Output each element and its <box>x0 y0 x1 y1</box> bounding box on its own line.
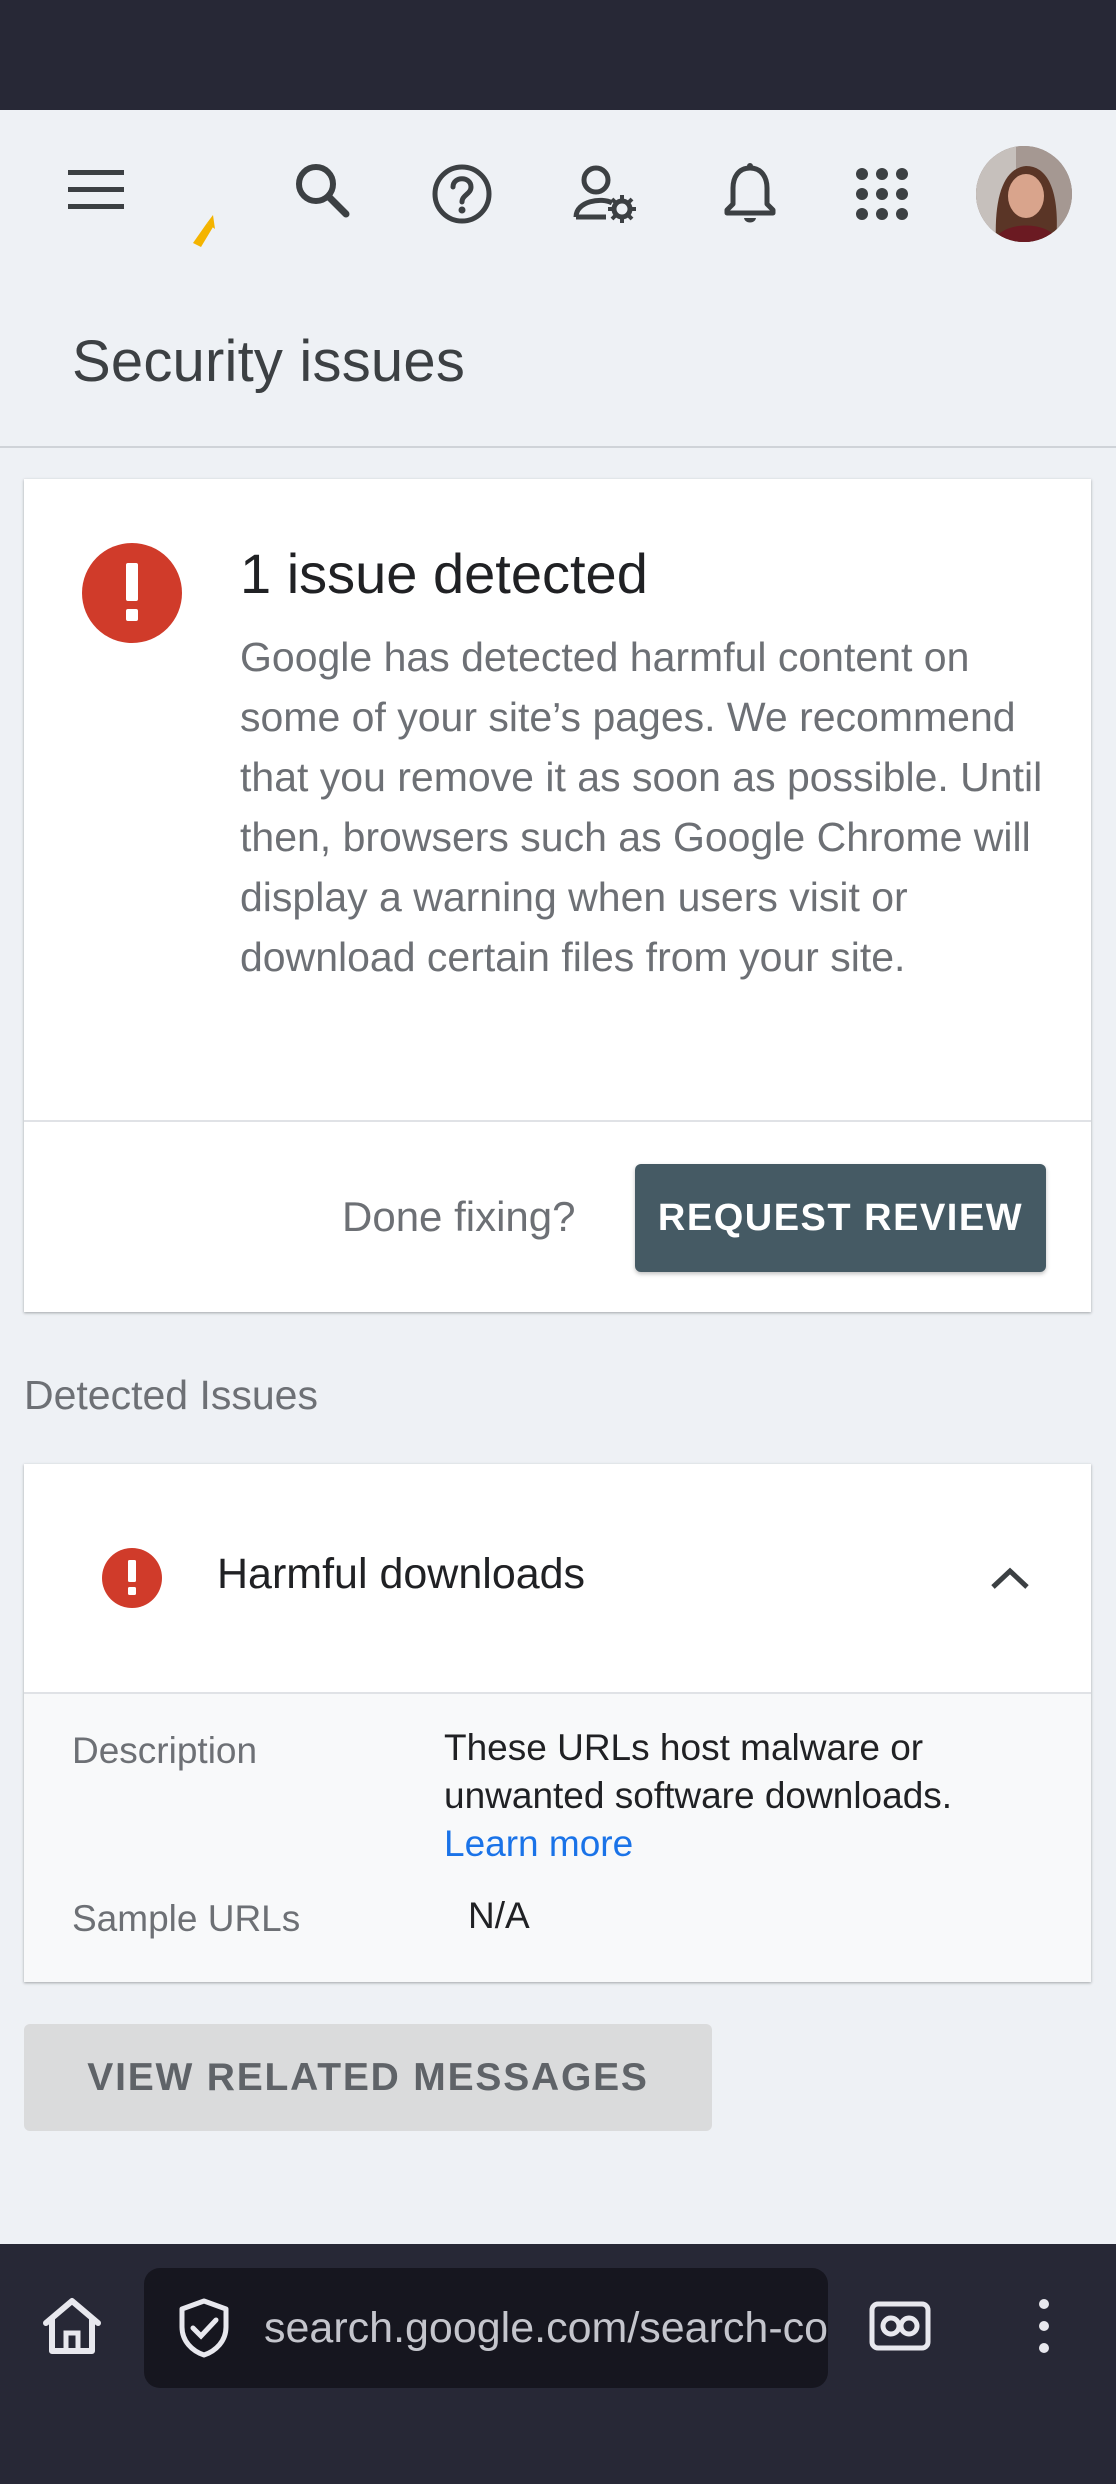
alert-icon <box>82 543 182 643</box>
more-options-icon[interactable] <box>1004 2286 1084 2366</box>
issue-detail-card: Harmful downloads Description These URLs… <box>24 1464 1091 1982</box>
done-fixing-label: Done fixing? <box>342 1193 576 1240</box>
notifications-icon[interactable] <box>710 154 790 234</box>
issue-count-title: 1 issue detected <box>240 542 648 605</box>
sample-urls-label: Sample URLs <box>72 1898 301 1939</box>
sample-urls-value: N/A <box>468 1895 530 1936</box>
url-text[interactable]: search.google.com/search-console <box>264 2304 828 2353</box>
search-console-logo[interactable] <box>180 196 230 256</box>
detected-issues-heading: Detected Issues <box>24 1372 318 1418</box>
view-related-messages-button[interactable]: VIEW RELATED MESSAGES <box>24 2024 712 2131</box>
issue-type-title: Harmful downloads <box>217 1550 586 1598</box>
search-icon[interactable] <box>282 150 362 230</box>
issue-description: Google has detected harmful content on s… <box>240 634 1043 980</box>
description-value: These URLs host malware or unwanted soft… <box>444 1724 1044 1868</box>
issue-summary-card: 1 issue detected Google has detected har… <box>24 479 1091 1312</box>
alert-icon <box>102 1548 162 1608</box>
description-label: Description <box>72 1730 258 1771</box>
description-text: These URLs host malware or unwanted soft… <box>444 1727 953 1816</box>
account-avatar[interactable] <box>976 146 1072 242</box>
page-title: Security issues <box>72 329 466 394</box>
title-divider <box>0 446 1116 448</box>
issue-detail-header[interactable]: Harmful downloads <box>24 1464 1091 1692</box>
learn-more-link[interactable]: Learn more <box>444 1823 633 1864</box>
browser-toolbar: search.google.com/search-console <box>0 2244 1116 2484</box>
home-icon[interactable] <box>32 2286 112 2366</box>
help-icon[interactable] <box>422 154 502 234</box>
card-divider <box>24 1120 1091 1122</box>
reader-mode-icon[interactable] <box>860 2286 940 2366</box>
request-review-button[interactable]: REQUEST REVIEW <box>635 1164 1046 1272</box>
shield-icon[interactable] <box>172 2296 236 2360</box>
address-bar[interactable]: search.google.com/search-console <box>144 2268 828 2388</box>
status-bar <box>0 0 1116 110</box>
chevron-up-icon[interactable] <box>984 1552 1036 1604</box>
manage-users-icon[interactable] <box>566 154 646 234</box>
menu-icon[interactable] <box>56 150 136 230</box>
issue-detail-body: Description These URLs host malware or u… <box>24 1694 1091 1982</box>
apps-grid-icon[interactable] <box>842 154 922 234</box>
app-bar <box>0 110 1116 280</box>
